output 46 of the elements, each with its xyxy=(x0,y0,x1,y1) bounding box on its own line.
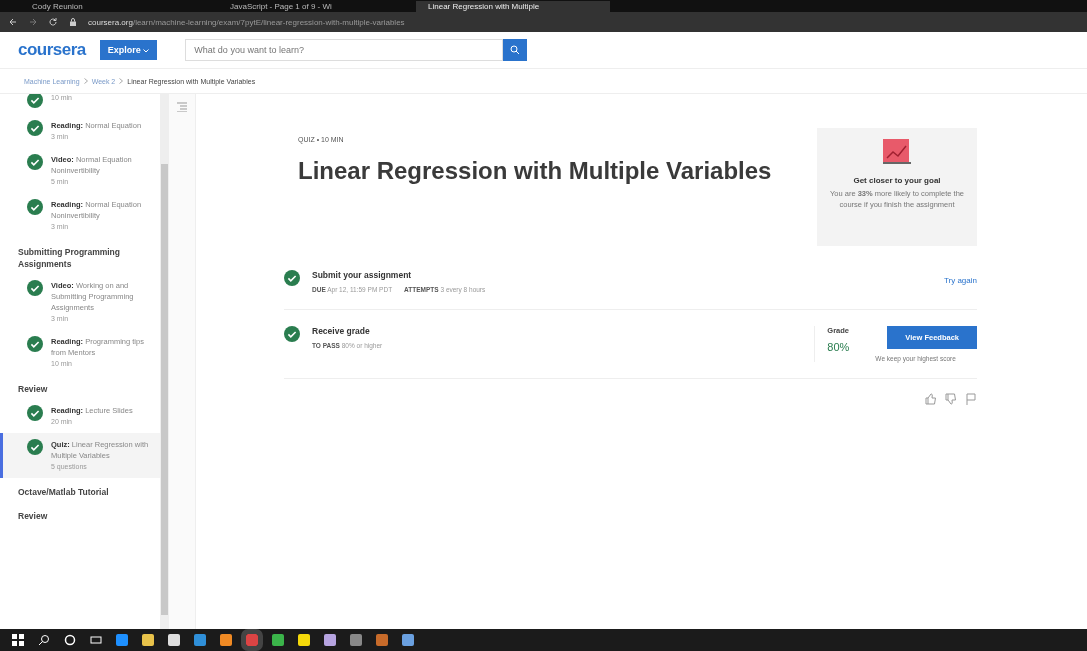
page-title: Linear Regression with Multiple Variables xyxy=(298,157,772,185)
site-logo[interactable]: coursera xyxy=(18,40,86,60)
goal-title: Get closer to your goal xyxy=(853,176,941,185)
search-field[interactable]: What do you want to learn? xyxy=(185,39,504,61)
step-title: Receive grade xyxy=(312,326,371,336)
circle-icon[interactable] xyxy=(64,634,76,646)
scrollbar-thumb[interactable] xyxy=(161,164,168,615)
section-heading: Submitting Programming Assignments xyxy=(17,246,121,271)
section-heading: Octave/Matlab Tutorial xyxy=(17,486,110,499)
taskbar-app-icon[interactable] xyxy=(402,634,414,646)
taskbar-app-icon[interactable] xyxy=(142,634,154,646)
back-icon[interactable] xyxy=(8,17,18,27)
taskbar-app-icon[interactable] xyxy=(194,634,206,646)
chevron-right-icon xyxy=(83,78,88,84)
section-heading: Review xyxy=(17,383,49,396)
chart-icon xyxy=(882,138,912,166)
windows-start-icon[interactable] xyxy=(12,634,24,646)
taskbar-app-icon[interactable] xyxy=(168,634,180,646)
thumbs-up-icon[interactable] xyxy=(925,393,937,405)
thumbs-down-icon[interactable] xyxy=(945,393,957,405)
browser-tab[interactable]: Cody Reunion xyxy=(20,1,214,12)
taskbar-app-icon[interactable] xyxy=(116,634,128,646)
caret-icon xyxy=(143,49,150,53)
try-again-link[interactable]: Try again xyxy=(943,276,977,285)
grade-value: 80% xyxy=(827,341,850,353)
address-bar-url[interactable]: coursera.org/learn/machine-learning/exam/7pytE/linear-regression-with-multiple-variables xyxy=(88,17,405,27)
taskbar-app-icon[interactable] xyxy=(298,634,310,646)
reload-icon[interactable] xyxy=(48,17,58,27)
taskbar-app-icon[interactable] xyxy=(324,634,336,646)
browser-tab[interactable]: JavaScript - Page 1 of 9 - Wi xyxy=(218,1,412,12)
lock-icon xyxy=(68,17,78,27)
flag-icon[interactable] xyxy=(965,393,977,405)
taskbar-app-icon[interactable] xyxy=(272,634,284,646)
taskbar-app-icon[interactable] xyxy=(350,634,362,646)
forward-icon[interactable] xyxy=(28,17,38,27)
browser-tab[interactable]: Linear Regression with Multiple xyxy=(416,1,610,12)
section-heading: Review xyxy=(17,510,49,523)
search-icon[interactable] xyxy=(38,634,50,646)
search-button[interactable] xyxy=(503,39,528,61)
search-icon xyxy=(510,45,521,55)
chevron-right-icon xyxy=(119,78,124,84)
explore-button[interactable]: Explore xyxy=(99,40,158,60)
taskbar-app-icon[interactable] xyxy=(220,634,232,646)
taskbar-app-icon[interactable] xyxy=(376,634,388,646)
task-view-icon[interactable] xyxy=(90,634,102,646)
step-title: Submit your assignment xyxy=(312,270,413,280)
